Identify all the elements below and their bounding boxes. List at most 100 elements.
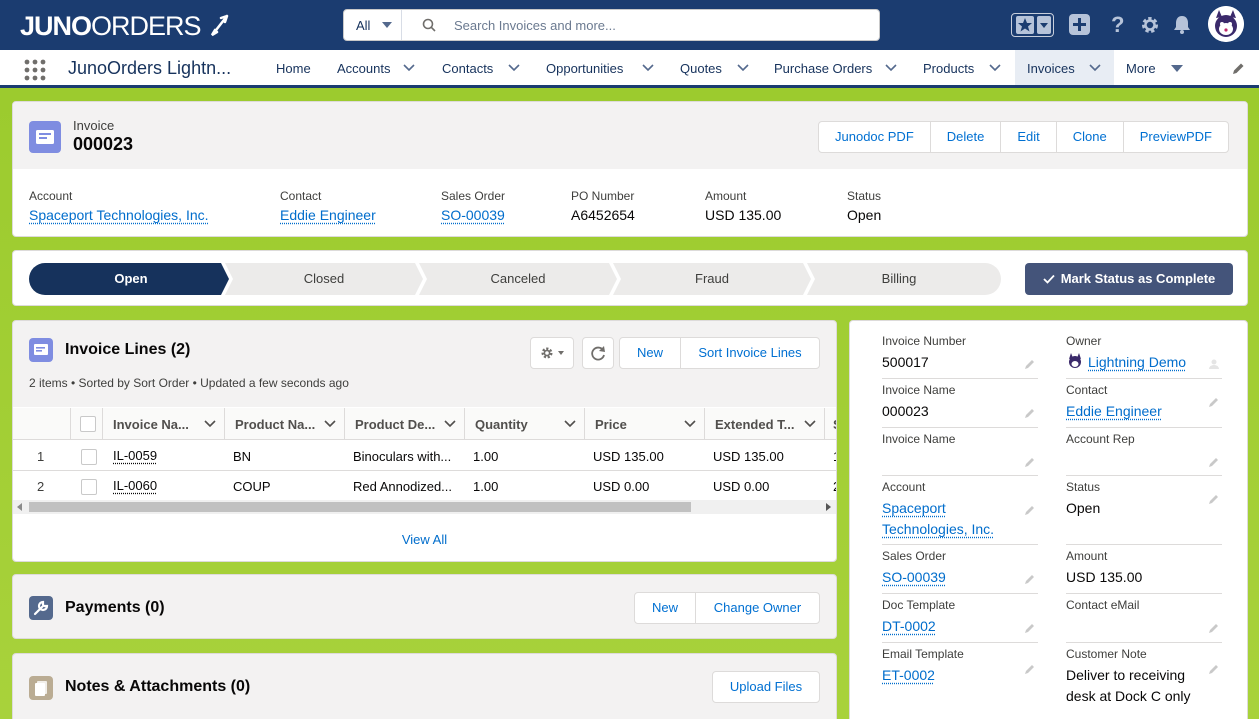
row-select-checkbox[interactable] [81, 449, 97, 465]
highlight-value: A6452654 [571, 207, 635, 223]
row-select-checkbox[interactable] [81, 479, 97, 495]
clone-button[interactable]: Clone [1055, 122, 1123, 152]
nav-item-quotes[interactable]: Quotes [670, 50, 758, 85]
change-owner-button[interactable]: Change Owner [695, 592, 820, 624]
nav-item-purchase-orders[interactable]: Purchase Orders [764, 50, 904, 85]
edit-nav-pencil-icon[interactable] [1231, 62, 1245, 76]
highlight-contact-link[interactable]: Eddie Engineer [280, 207, 376, 223]
notification-bell-icon[interactable] [1172, 14, 1192, 35]
favorites-star-icon[interactable] [1016, 16, 1034, 34]
select-all-checkbox[interactable] [80, 416, 96, 432]
chevron-down-icon[interactable] [989, 64, 1001, 72]
search-scope-dropdown[interactable]: All [344, 10, 402, 40]
nav-item-opportunities[interactable]: Opportunities [536, 50, 662, 85]
nav-item-home[interactable]: Home [266, 50, 324, 85]
app-launcher-icon[interactable] [24, 59, 46, 81]
column-header-price[interactable]: Price [585, 408, 705, 440]
path-step-open[interactable]: Open [29, 263, 233, 295]
detail-sales-order-link[interactable]: SO-00039 [882, 567, 1038, 588]
upload-files-button[interactable]: Upload Files [712, 671, 820, 703]
detail-doc-template-link[interactable]: DT-0002 [882, 616, 1038, 637]
chevron-down-icon[interactable] [737, 64, 749, 72]
column-header-product-description[interactable]: Product De... [345, 408, 465, 440]
list-settings-button[interactable] [530, 337, 574, 369]
edit-pencil-icon[interactable] [1024, 358, 1036, 370]
highlight-contact: Contact Eddie Engineer [280, 189, 376, 223]
refresh-button[interactable] [582, 337, 614, 369]
nav-item-invoices[interactable]: Invoices [1015, 50, 1114, 88]
app-logo[interactable]: JUNOORDERS [20, 12, 231, 40]
chevron-down-icon[interactable] [204, 420, 216, 428]
chevron-down-icon[interactable] [564, 420, 576, 428]
favorites-button[interactable] [1011, 13, 1054, 37]
chevron-down-icon[interactable] [684, 420, 696, 428]
favorites-dropdown-icon[interactable] [1037, 16, 1051, 34]
edit-pencil-icon[interactable] [1208, 622, 1220, 634]
setup-gear-icon[interactable] [1140, 15, 1160, 35]
nav-item-accounts[interactable]: Accounts [327, 50, 423, 85]
edit-pencil-icon[interactable] [1024, 407, 1036, 419]
column-header-product-name[interactable]: Product Na... [225, 408, 345, 440]
edit-pencil-icon[interactable] [1024, 573, 1036, 585]
scrollbar-thumb[interactable] [29, 502, 691, 512]
detail-account-link[interactable]: Spaceport Technologies, Inc. [882, 498, 1012, 540]
new-payment-button[interactable]: New [634, 592, 696, 624]
edit-pencil-icon[interactable] [1208, 663, 1220, 675]
chevron-down-icon[interactable] [1089, 64, 1101, 72]
edit-pencil-icon[interactable] [1024, 622, 1036, 634]
new-invoice-line-button[interactable]: New [619, 337, 681, 369]
search-input[interactable] [454, 15, 854, 35]
edit-pencil-icon[interactable] [1208, 396, 1220, 408]
edit-button[interactable]: Edit [1000, 122, 1055, 152]
column-header-invoice-name[interactable]: Invoice Na... [103, 408, 225, 440]
view-all-link[interactable]: View All [13, 532, 836, 547]
detail-owner-link[interactable]: Lightning Demo [1088, 354, 1186, 370]
junodoc-pdf-button[interactable]: Junodoc PDF [819, 122, 930, 152]
nav-item-contacts[interactable]: Contacts [432, 50, 528, 85]
edit-pencil-icon[interactable] [1208, 493, 1220, 505]
path-step-canceled[interactable]: Canceled [421, 263, 615, 295]
highlight-account-link[interactable]: Spaceport Technologies, Inc. [29, 207, 209, 223]
edit-pencil-icon[interactable] [1024, 504, 1036, 516]
change-owner-icon[interactable] [1208, 358, 1220, 370]
column-header-quantity[interactable]: Quantity [465, 408, 585, 440]
table-cell-overflow: 1 [823, 449, 836, 464]
column-header-extended-total[interactable]: Extended T... [705, 408, 825, 440]
nav-item-more[interactable]: More [1116, 50, 1190, 85]
add-icon[interactable] [1069, 14, 1090, 35]
preview-pdf-button[interactable]: PreviewPDF [1122, 122, 1228, 152]
help-icon[interactable]: ? [1110, 14, 1126, 36]
user-avatar[interactable] [1208, 6, 1244, 42]
invoice-line-link[interactable]: IL-0059 [103, 448, 157, 463]
chevron-down-icon[interactable] [804, 420, 816, 428]
chevron-down-icon[interactable] [444, 420, 456, 428]
chevron-down-icon[interactable] [508, 64, 520, 72]
mark-status-complete-button[interactable]: Mark Status as Complete [1025, 263, 1233, 295]
chevron-down-icon[interactable] [403, 64, 415, 72]
sort-invoice-lines-button[interactable]: Sort Invoice Lines [680, 337, 820, 369]
edit-pencil-icon[interactable] [1208, 456, 1220, 468]
path-step-fraud[interactable]: Fraud [615, 263, 809, 295]
delete-button[interactable]: Delete [929, 122, 1001, 152]
detail-contact-link[interactable]: Eddie Engineer [1066, 401, 1222, 422]
detail-email-template-link[interactable]: ET-0002 [882, 665, 1038, 686]
highlight-sales-order-link[interactable]: SO-00039 [441, 207, 505, 223]
chevron-down-icon[interactable] [885, 64, 897, 72]
edit-pencil-icon[interactable] [1024, 663, 1036, 675]
caret-down-icon[interactable] [1171, 65, 1183, 73]
detail-label: Status [1066, 480, 1101, 494]
invoice-line-link[interactable]: IL-0060 [103, 478, 157, 493]
global-header: JUNOORDERS All ? [0, 0, 1259, 50]
nav-item-products[interactable]: Products [913, 50, 1009, 85]
edit-pencil-icon[interactable] [1024, 456, 1036, 468]
scroll-right-arrow-icon[interactable] [823, 500, 833, 514]
chevron-down-icon[interactable] [324, 420, 336, 428]
horizontal-scrollbar[interactable] [13, 500, 836, 514]
chevron-down-icon[interactable] [642, 64, 654, 72]
refresh-icon [591, 346, 605, 361]
record-title: 000023 [73, 134, 134, 154]
path-step-billing[interactable]: Billing [809, 263, 989, 295]
detail-value: 000023 [882, 403, 929, 419]
scroll-left-arrow-icon[interactable] [15, 500, 25, 514]
path-step-closed[interactable]: Closed [227, 263, 421, 295]
